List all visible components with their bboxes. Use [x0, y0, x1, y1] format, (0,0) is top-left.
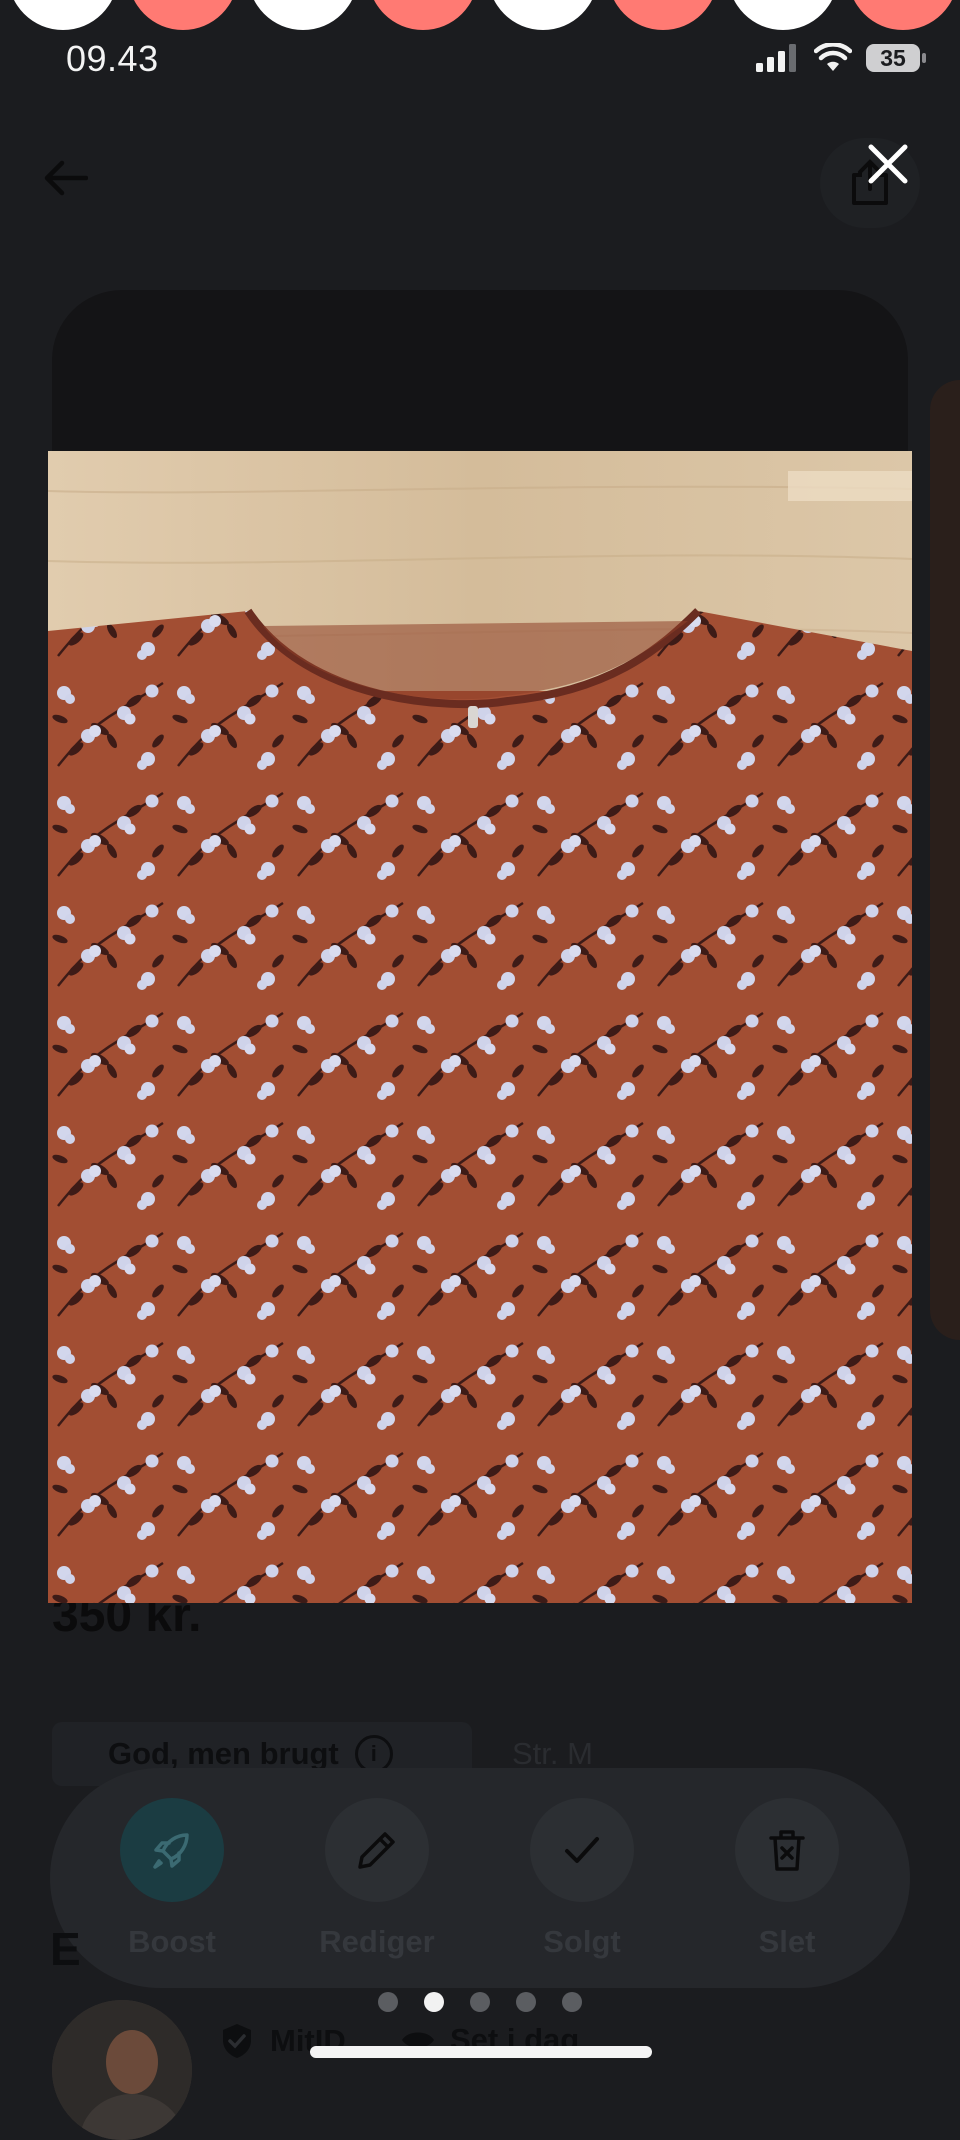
- shield-check-icon: [223, 2024, 251, 2058]
- status-time: 09.43: [66, 38, 159, 79]
- boost-icon-circle: [120, 1798, 224, 1902]
- pagination-dot[interactable]: [470, 1992, 490, 2012]
- sold-icon-circle: [530, 1798, 634, 1902]
- pagination-dot[interactable]: [562, 1992, 582, 2012]
- wifi-icon: [814, 43, 852, 71]
- trash-icon: [769, 1830, 805, 1871]
- checkmark-icon: [565, 1837, 599, 1863]
- arrow-left-icon: [44, 160, 88, 196]
- close-icon: [868, 144, 908, 184]
- sold-label: Solgt: [543, 1924, 621, 1959]
- sold-button[interactable]: Solgt: [502, 1798, 662, 1960]
- next-image-peek: [930, 380, 960, 1340]
- pencil-icon: [358, 1832, 395, 1869]
- delete-button[interactable]: Slet: [707, 1798, 867, 1960]
- avatar-image: [52, 2000, 192, 2140]
- seller-avatar[interactable]: [52, 2000, 192, 2140]
- top-decorative-circles: [0, 0, 960, 30]
- pagination-dot[interactable]: [516, 1992, 536, 2012]
- cellular-signal-icon: [756, 44, 796, 72]
- delete-icon-circle: [735, 1798, 839, 1902]
- floral-blouse-image: [48, 451, 912, 1603]
- boost-label: Boost: [128, 1924, 216, 1959]
- battery-level: 35: [880, 44, 906, 71]
- status-icons: 35: [756, 40, 926, 76]
- edit-button[interactable]: Rediger: [297, 1798, 457, 1960]
- home-indicator: [310, 2046, 652, 2058]
- boost-button[interactable]: Boost: [92, 1798, 252, 1960]
- pagination-dot[interactable]: [378, 1992, 398, 2012]
- condition-label: God, men brugt: [108, 1736, 339, 1771]
- battery-indicator: 35: [866, 44, 926, 72]
- image-pagination: [378, 1992, 582, 2012]
- close-button[interactable]: [860, 136, 916, 192]
- edit-label: Rediger: [319, 1924, 435, 1959]
- section-heading-partial: E: [50, 1923, 81, 1975]
- back-button[interactable]: [38, 150, 94, 206]
- product-photo[interactable]: [48, 451, 912, 1603]
- delete-label: Slet: [758, 1924, 816, 1959]
- pagination-dot[interactable]: [424, 1992, 444, 2012]
- rocket-icon: [153, 1833, 189, 1869]
- edit-icon-circle: [325, 1798, 429, 1902]
- size-label: Str. M: [512, 1736, 593, 1771]
